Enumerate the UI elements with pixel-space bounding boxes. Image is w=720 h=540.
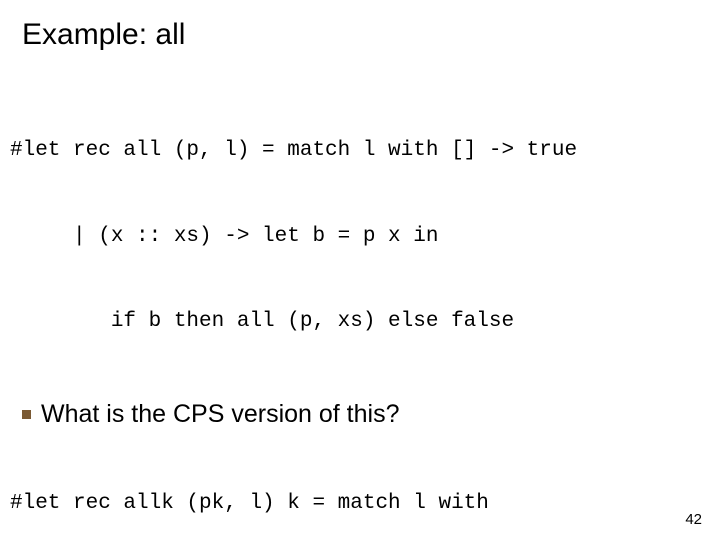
code-line: #let rec allk (pk, l) k = match l with xyxy=(10,490,710,519)
code-line: if b then all (p, xs) else false xyxy=(10,308,710,337)
bullet-icon xyxy=(22,410,31,419)
question-text: What is the CPS version of this? xyxy=(41,400,399,429)
slide-title: Example: all xyxy=(10,18,710,52)
page-number: 42 xyxy=(685,511,702,528)
code-block-all: #let rec all (p, l) = match l with [] ->… xyxy=(10,80,710,394)
code-line: | (x :: xs) -> let b = p x in xyxy=(10,223,710,252)
slide: Example: all #let rec all (p, l) = match… xyxy=(0,0,720,540)
code-line: #let rec all (p, l) = match l with [] ->… xyxy=(10,137,710,166)
code-block-allk: #let rec allk (pk, l) k = match l with [… xyxy=(10,433,710,540)
question-row: What is the CPS version of this? xyxy=(10,400,710,429)
